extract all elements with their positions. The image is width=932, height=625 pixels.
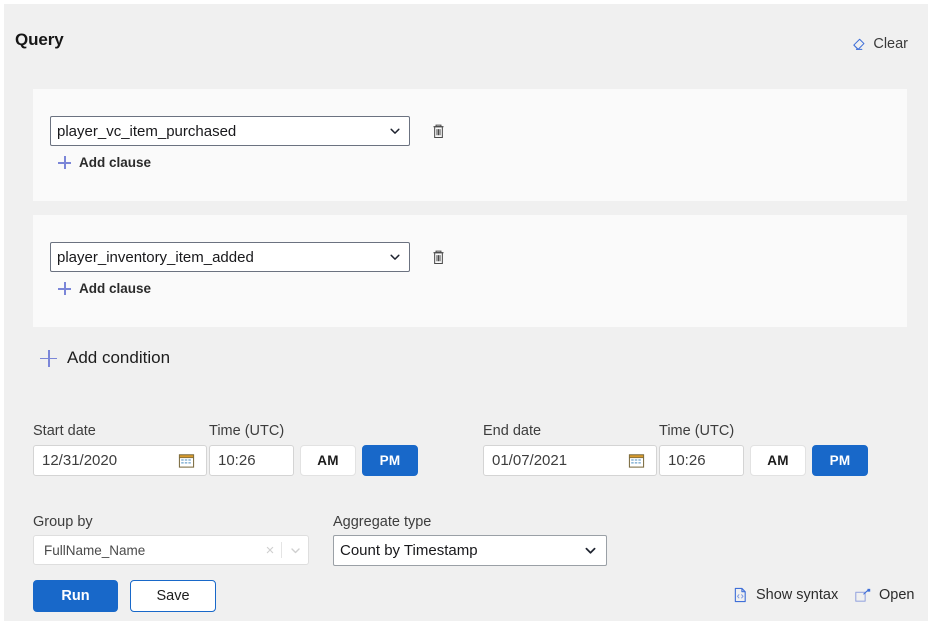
aggregate-type-label: Aggregate type [333, 514, 431, 530]
code-file-icon [733, 587, 748, 603]
clear-label: Clear [873, 36, 908, 52]
clause-row: player_vc_item_purchased [50, 116, 449, 146]
save-button[interactable]: Save [130, 580, 216, 612]
clause-row: player_inventory_item_added [50, 242, 449, 272]
end-time-input[interactable] [659, 445, 744, 476]
end-am-button[interactable]: AM [750, 445, 806, 476]
add-clause-button[interactable]: Add clause [58, 155, 151, 170]
start-am-button[interactable]: AM [300, 445, 356, 476]
event-select-wrapper: player_inventory_item_added [50, 242, 410, 272]
end-date-label: End date [483, 423, 541, 439]
add-condition-button[interactable]: Add condition [40, 348, 170, 368]
eraser-icon [851, 37, 866, 52]
end-pm-button[interactable]: PM [812, 445, 868, 476]
plus-icon [58, 282, 71, 295]
query-panel: Query Clear player_vc_item_purchased [4, 4, 928, 621]
group-by-label: Group by [33, 514, 93, 530]
event-select[interactable]: player_vc_item_purchased [50, 116, 410, 146]
group-by-combobox[interactable]: FullName_Name × [33, 535, 309, 565]
delete-condition-button[interactable] [427, 246, 449, 268]
add-clause-label: Add clause [79, 155, 151, 170]
open-button[interactable]: Open [855, 587, 914, 603]
start-time-label: Time (UTC) [209, 423, 284, 439]
start-date-input[interactable] [33, 445, 207, 476]
start-time-input[interactable] [209, 445, 294, 476]
aggregate-type-select[interactable]: Count by Timestamp [333, 535, 607, 566]
add-clause-button[interactable]: Add clause [58, 281, 151, 296]
group-by-value: FullName_Name [34, 543, 259, 558]
end-time-label: Time (UTC) [659, 423, 734, 439]
event-select-wrapper: player_vc_item_purchased [50, 116, 410, 146]
open-label: Open [879, 587, 914, 603]
show-syntax-button[interactable]: Show syntax [733, 587, 838, 603]
delete-condition-button[interactable] [427, 120, 449, 142]
clear-button[interactable]: Clear [851, 36, 908, 52]
run-button[interactable]: Run [33, 580, 118, 612]
plus-icon [58, 156, 71, 169]
condition-card: player_inventory_item_added Add clause [33, 215, 907, 327]
start-pm-button[interactable]: PM [362, 445, 418, 476]
add-clause-label: Add clause [79, 281, 151, 296]
plus-icon [40, 350, 57, 367]
panel-header: Query Clear [4, 4, 928, 68]
page-title: Query [15, 30, 64, 50]
close-icon[interactable]: × [259, 543, 281, 558]
end-date-input[interactable] [483, 445, 657, 476]
external-link-icon [855, 588, 871, 603]
condition-card: player_vc_item_purchased Add clause [33, 89, 907, 201]
start-date-label: Start date [33, 423, 96, 439]
event-select[interactable]: player_inventory_item_added [50, 242, 410, 272]
show-syntax-label: Show syntax [756, 587, 838, 603]
add-condition-label: Add condition [67, 348, 170, 368]
chevron-down-icon[interactable] [282, 544, 308, 557]
